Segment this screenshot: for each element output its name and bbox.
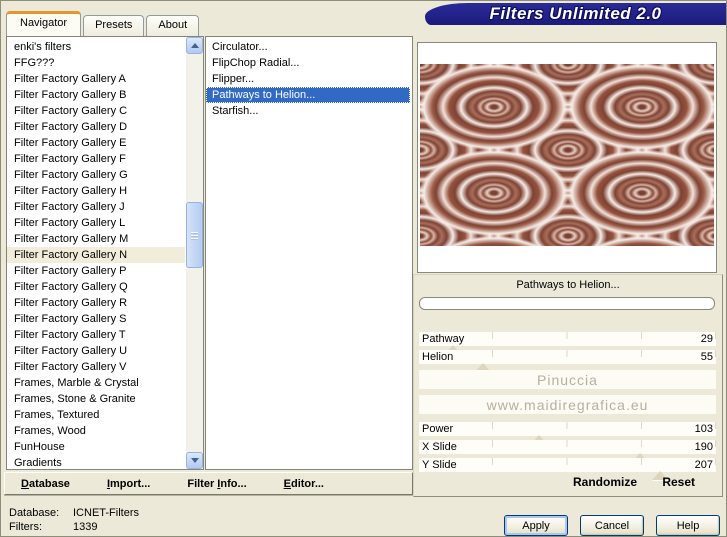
slider-value: 103 (694, 423, 713, 435)
tab-bar: Navigator Presets About (6, 11, 201, 36)
selected-filter-title: Pathways to Helion... (516, 279, 620, 291)
category-item[interactable]: Filter Factory Gallery M (7, 231, 185, 247)
status-row: Filters: 1339 (9, 520, 139, 534)
watermark-row: www.maidiregrafica.eu (419, 395, 716, 414)
chevron-up-icon (190, 43, 199, 48)
slider-group-top: Pathway 29 Helion 55 (414, 332, 722, 372)
category-item[interactable]: enki's filters (7, 39, 185, 55)
category-item[interactable]: Filter Factory Gallery N (7, 247, 185, 263)
dialog-button[interactable]: Cancel (580, 515, 644, 536)
category-item[interactable]: Filter Factory Gallery C (7, 103, 185, 119)
scroll-down-button[interactable] (186, 452, 203, 469)
toolbar-button[interactable]: Import... (107, 478, 150, 490)
scroll-up-button[interactable] (186, 37, 203, 54)
slider-label: Power (422, 423, 454, 435)
category-item[interactable]: FunHouse (7, 439, 185, 455)
status-label: Database: (9, 507, 60, 519)
toolbar-button[interactable]: Editor... (284, 478, 324, 490)
parameter-slider[interactable]: X Slide 190 (419, 440, 716, 462)
category-item[interactable]: Filter Factory Gallery H (7, 183, 185, 199)
category-item[interactable]: Filter Factory Gallery A (7, 71, 185, 87)
filter-item[interactable]: Pathways to Helion... (206, 87, 410, 103)
toolbar-button[interactable]: Database (21, 478, 70, 490)
status-row: Database: ICNET-Filters (9, 506, 139, 520)
reset-button[interactable]: Reset (662, 475, 695, 489)
category-item[interactable]: Filter Factory Gallery Q (7, 279, 185, 295)
tab[interactable]: About (146, 15, 200, 36)
filter-preview-image (420, 64, 714, 246)
category-list: enki's filters FFG??? Filter Factory Gal… (7, 39, 185, 471)
slider-value: 207 (694, 459, 713, 471)
status-value: 1339 (73, 521, 98, 533)
slider-group-bottom: Power 103 X Slide 190 Y Slide 207 (414, 422, 722, 480)
parameter-slider[interactable]: Helion 55 (419, 350, 716, 372)
category-scrollbar[interactable] (186, 37, 203, 469)
filter-item[interactable]: Starfish... (206, 103, 410, 119)
filter-controls-group: Pathways to Helion... Pathway 29 Helion … (413, 274, 723, 497)
category-item[interactable]: Filter Factory Gallery V (7, 359, 185, 375)
scrollbar-thumb[interactable] (186, 202, 203, 268)
status-area: Database: ICNET-Filters Filters: 1339 (9, 506, 139, 534)
filter-item[interactable]: FlipChop Radial... (206, 55, 410, 71)
tab[interactable]: Presets (83, 15, 145, 36)
progress-bar (419, 297, 715, 310)
category-list-panel: enki's filters FFG??? Filter Factory Gal… (6, 36, 204, 470)
tab[interactable]: Navigator (6, 11, 82, 36)
category-item[interactable]: Frames, Marble & Crystal (7, 375, 185, 391)
category-item[interactable]: Filter Factory Gallery R (7, 295, 185, 311)
category-item[interactable]: Filter Factory Gallery T (7, 327, 185, 343)
slider-value: 190 (694, 441, 713, 453)
dialog-buttons: Apply Cancel Help (504, 515, 720, 536)
parameter-slider[interactable]: Y Slide 207 (419, 458, 716, 480)
filters-unlimited-window: Filters Unlimited 2.0 Navigator Presets … (0, 0, 727, 537)
watermark-row: Pinuccia (419, 370, 716, 389)
dialog-button[interactable]: Help (656, 515, 720, 536)
category-item[interactable]: Frames, Textured (7, 407, 185, 423)
parameter-slider[interactable]: Power 103 (419, 422, 716, 444)
category-item[interactable]: Frames, Wood (7, 423, 185, 439)
database-toolbar: Database Import... Filter Info... Editor… (4, 472, 413, 495)
slider-label: Pathway (422, 333, 465, 345)
category-item[interactable]: Filter Factory Gallery J (7, 199, 185, 215)
preview-box (417, 42, 717, 273)
slider-label: Helion (422, 351, 454, 363)
category-item[interactable]: Filter Factory Gallery D (7, 119, 185, 135)
window-title: Filters Unlimited 2.0 (489, 4, 662, 23)
category-item[interactable]: Filter Factory Gallery U (7, 343, 185, 359)
filter-item[interactable]: Circulator... (206, 39, 410, 55)
category-item[interactable]: Filter Factory Gallery E (7, 135, 185, 151)
chevron-down-icon (190, 458, 199, 463)
category-item[interactable]: Filter Factory Gallery L (7, 215, 185, 231)
category-item[interactable]: Filter Factory Gallery P (7, 263, 185, 279)
category-item[interactable]: Frames, Stone & Granite (7, 391, 185, 407)
slider-value: 29 (700, 333, 713, 345)
slider-label: X Slide (422, 441, 457, 453)
category-item[interactable]: Filter Factory Gallery B (7, 87, 185, 103)
status-value: ICNET-Filters (73, 507, 139, 519)
title-banner: Filters Unlimited 2.0 (425, 3, 726, 25)
category-item[interactable]: Filter Factory Gallery S (7, 311, 185, 327)
parameter-slider[interactable]: Pathway 29 (419, 332, 716, 354)
category-item[interactable]: Filter Factory Gallery F (7, 151, 185, 167)
filter-list-panel: Circulator... FlipChop Radial... Flipper… (205, 36, 413, 470)
category-item[interactable]: Filter Factory Gallery G (7, 167, 185, 183)
dialog-button[interactable]: Apply (504, 515, 568, 536)
slider-label: Y Slide (422, 459, 457, 471)
toolbar-button[interactable]: Filter Info... (187, 478, 246, 490)
watermark-line1: Pinuccia (537, 371, 598, 388)
slider-value: 55 (700, 351, 713, 363)
status-label: Filters: (9, 521, 42, 533)
category-item[interactable]: FFG??? (7, 55, 185, 71)
randomize-button[interactable]: Randomize (573, 475, 637, 489)
filter-list: Circulator... FlipChop Radial... Flipper… (206, 39, 410, 119)
category-item[interactable]: Gradients (7, 455, 185, 471)
actions-row: Randomize Reset (414, 475, 722, 493)
watermark-line2: www.maidiregrafica.eu (486, 396, 649, 413)
filter-item[interactable]: Flipper... (206, 71, 410, 87)
